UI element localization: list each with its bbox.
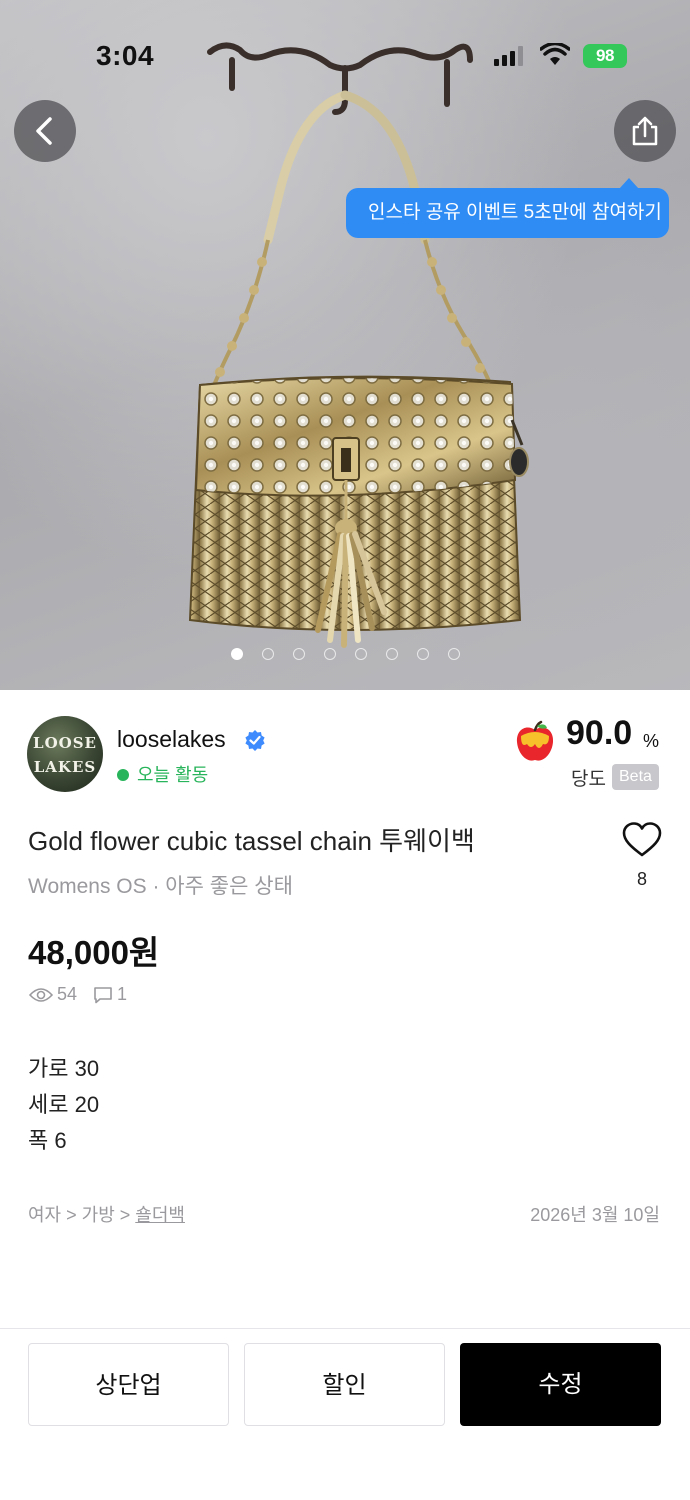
seller-name[interactable]: looselakes (117, 726, 226, 753)
breadcrumb-path: 여자 > 가방 > (28, 1205, 136, 1225)
description-line: 폭 6 (28, 1128, 67, 1153)
page-dot[interactable] (448, 648, 460, 660)
bump-button[interactable]: 상단업 (28, 1343, 229, 1426)
avatar-text-bottom: LAKES (33, 758, 97, 776)
sweetness-label: 당도 (571, 769, 606, 790)
like-button[interactable]: 8 (622, 822, 662, 890)
battery-level: 98 (596, 46, 614, 65)
page-dot[interactable] (231, 648, 243, 660)
page-dot[interactable] (262, 648, 274, 660)
activity-label: 오늘 활동 (137, 765, 209, 785)
description-line: 세로 20 (28, 1092, 100, 1117)
sweetness-score: 90.0 (566, 714, 633, 752)
product-photo[interactable]: 3:04 98 인스타 공유 이벤트 5초만에 참여하기 (0, 0, 690, 690)
heart-icon (622, 822, 662, 857)
seller-avatar[interactable]: LOOSE LAKES (27, 716, 103, 792)
edit-button[interactable]: 수정 (460, 1343, 661, 1426)
product-description: 가로 30 세로 20 폭 6 (28, 1051, 99, 1159)
beta-badge: Beta (612, 764, 659, 790)
online-dot-icon (117, 769, 129, 781)
breadcrumb-leaf-link[interactable]: 숄더백 (135, 1205, 185, 1225)
listing-date: 2026년 3월 10일 (530, 1205, 660, 1225)
share-icon (632, 116, 658, 146)
like-count: 8 (636, 869, 647, 889)
product-stats: 54 1 (29, 984, 127, 1005)
product-size-condition: Womens OS · 아주 좋은 상태 (28, 875, 293, 898)
bottom-bar-divider (0, 1328, 690, 1329)
instagram-share-event-tooltip[interactable]: 인스타 공유 이벤트 5초만에 참여하기 (346, 178, 669, 238)
page-dot[interactable] (293, 648, 305, 660)
sweetness-score-unit: % (643, 731, 660, 751)
photo-page-indicator (0, 648, 690, 664)
apple-sweetness-icon[interactable] (513, 720, 557, 764)
product-title: Gold flower cubic tassel chain 투웨이백 (28, 826, 475, 856)
avatar-text-top: LOOSE (33, 734, 97, 752)
verified-badge-icon (245, 730, 265, 751)
back-button[interactable] (14, 100, 76, 162)
status-bar: 3:04 98 (0, 0, 690, 110)
page-dot[interactable] (324, 648, 336, 660)
view-count: 54 (57, 984, 78, 1004)
comment-icon (94, 986, 112, 1003)
page-dot[interactable] (417, 648, 429, 660)
page-dot[interactable] (386, 648, 398, 660)
category-breadcrumb: 여자 > 가방 > 숄더백 (28, 1201, 185, 1227)
battery-indicator: 98 (583, 44, 627, 68)
description-line: 가로 30 (28, 1056, 100, 1081)
status-time: 3:04 (96, 40, 155, 71)
chevron-left-icon (36, 117, 52, 145)
comment-count: 1 (117, 984, 128, 1004)
page-dot[interactable] (355, 648, 367, 660)
eye-icon (29, 987, 53, 1002)
product-price: 48,000원 (28, 934, 160, 971)
seller-activity: 오늘 활동 (117, 761, 208, 787)
wifi-icon (540, 43, 570, 65)
cellular-signal-icon (494, 46, 523, 66)
discount-button[interactable]: 할인 (244, 1343, 445, 1426)
share-button[interactable] (614, 100, 676, 162)
